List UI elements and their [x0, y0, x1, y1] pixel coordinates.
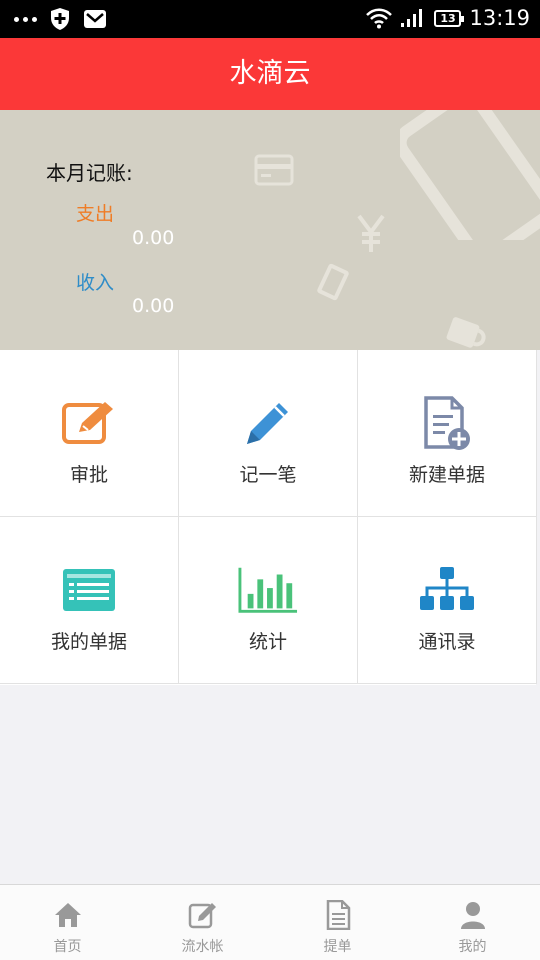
document-icon [326, 900, 350, 930]
bottom-tab-bar: 首页 流水帐 提单 我的 [0, 884, 540, 960]
tab-label: 流水帐 [181, 939, 224, 955]
status-bar: 13 13:19 [0, 0, 540, 38]
grid-item-label: 审批 [69, 464, 108, 486]
more-dots-icon [14, 16, 37, 22]
document-list-icon [59, 562, 119, 618]
tab-ledger[interactable]: 流水帐 [135, 885, 270, 960]
grid-item-new-document[interactable]: 新建单据 [358, 350, 537, 517]
page-title: 水滴云 [0, 38, 540, 110]
grid-item-label: 新建单据 [408, 464, 485, 486]
tab-label: 首页 [53, 939, 82, 955]
expense-value: 0.00 [132, 227, 175, 249]
mail-icon [84, 10, 106, 28]
summary-title: 本月记账: [46, 161, 133, 185]
cup-deco-icon [446, 317, 486, 348]
grid-item-label: 记一笔 [239, 464, 297, 486]
grid-item-contacts[interactable]: 通讯录 [358, 517, 537, 684]
battery-icon: 13 [434, 9, 465, 27]
edit-icon [188, 903, 216, 929]
tab-home[interactable]: 首页 [0, 885, 135, 960]
clock: 13:19 [469, 6, 530, 30]
user-icon [460, 902, 485, 929]
function-grid: 审批 记一笔 新建单据 我的单据 统计 通讯录 [0, 350, 537, 685]
grid-item-label: 通讯录 [418, 631, 476, 653]
signal-icon [401, 9, 423, 27]
approval-edit-icon [59, 395, 119, 451]
monthly-summary-banner: 本月记账: 支出 0.00 收入 0.00 [0, 110, 540, 350]
grid-item-statistics[interactable]: 统计 [179, 517, 358, 684]
card-deco-icon [254, 154, 294, 186]
home-icon [54, 903, 81, 927]
tab-label: 我的 [458, 939, 487, 955]
new-document-icon [417, 395, 477, 451]
wallet-deco-icon [317, 263, 349, 301]
shield-icon [51, 8, 69, 30]
grid-item-label: 统计 [248, 631, 287, 653]
bar-chart-icon [238, 562, 298, 618]
org-chart-icon [417, 562, 477, 618]
grid-item-label: 我的单据 [50, 631, 127, 653]
tab-label: 提单 [323, 939, 352, 955]
income-label: 收入 [76, 272, 115, 294]
expense-label: 支出 [76, 203, 115, 225]
yen-deco-icon [357, 214, 385, 252]
tab-mine[interactable]: 我的 [405, 885, 540, 960]
tab-submit[interactable]: 提单 [270, 885, 405, 960]
wifi-icon [366, 8, 393, 29]
grid-item-my-documents[interactable]: 我的单据 [0, 517, 179, 684]
income-value: 0.00 [132, 295, 175, 317]
phone-deco-icon [400, 110, 540, 240]
grid-item-record[interactable]: 记一笔 [179, 350, 358, 517]
pencil-icon [238, 395, 298, 451]
grid-item-approval[interactable]: 审批 [0, 350, 179, 517]
